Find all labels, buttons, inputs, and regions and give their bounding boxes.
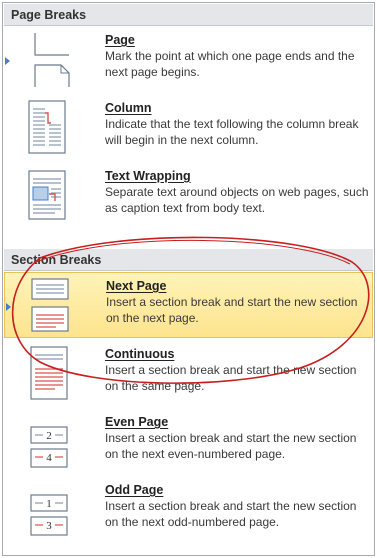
icon-number: 4 [46, 452, 52, 464]
menu-item-description: Insert a section break and start the new… [105, 431, 357, 461]
menu-item-continuous[interactable]: Continuous Insert a section break and st… [4, 341, 373, 407]
page-breaks-header: Page Breaks [4, 4, 373, 26]
menu-item-page[interactable]: Page Mark the point at which one page en… [4, 27, 373, 93]
menu-item-next-page[interactable]: Next Page Insert a section break and sta… [4, 272, 373, 338]
column-break-icon [28, 100, 66, 154]
menu-item-description: Insert a section break and start the new… [105, 363, 357, 393]
page-break-icon [34, 33, 70, 87]
menu-item-title: Page [105, 33, 135, 47]
menu-item-description: Insert a section break and start the new… [105, 499, 357, 529]
menu-item-description: Mark the point at which one page ends an… [105, 49, 355, 79]
breaks-dropdown-menu: Page Breaks Page Mark the point at which… [2, 2, 375, 556]
menu-item-title: Odd Page [105, 483, 164, 497]
icon-number: 1 [46, 498, 52, 510]
section-breaks-header: Section Breaks [4, 249, 373, 271]
menu-item-text-wrapping[interactable]: Text Wrapping Separate text around objec… [4, 163, 373, 229]
menu-item-even-page[interactable]: 2 4 Even Page Insert a section break and… [4, 409, 373, 475]
menu-item-column[interactable]: Column Indicate that the text following … [4, 95, 373, 161]
menu-item-description: Separate text around objects on web page… [105, 185, 369, 215]
menu-item-title: Even Page [105, 415, 169, 429]
odd-page-break-icon: 1 3 [30, 494, 68, 536]
menu-item-odd-page[interactable]: 1 3 Odd Page Insert a section break and … [4, 477, 373, 543]
next-page-break-icon [31, 278, 69, 332]
icon-number: 2 [46, 430, 52, 442]
menu-item-title: Continuous [105, 347, 175, 361]
text-wrapping-icon [28, 170, 66, 220]
menu-item-title: Next Page [106, 279, 167, 293]
menu-item-title: Text Wrapping [105, 169, 191, 183]
icon-number: 3 [46, 520, 52, 532]
even-page-break-icon: 2 4 [30, 426, 68, 468]
insertion-pointer-icon [6, 303, 11, 311]
menu-item-title: Column [105, 101, 152, 115]
insertion-pointer-icon [5, 57, 10, 65]
menu-item-description: Indicate that the text following the col… [105, 117, 359, 147]
menu-item-description: Insert a section break and start the new… [106, 295, 358, 325]
continuous-break-icon [30, 346, 68, 400]
